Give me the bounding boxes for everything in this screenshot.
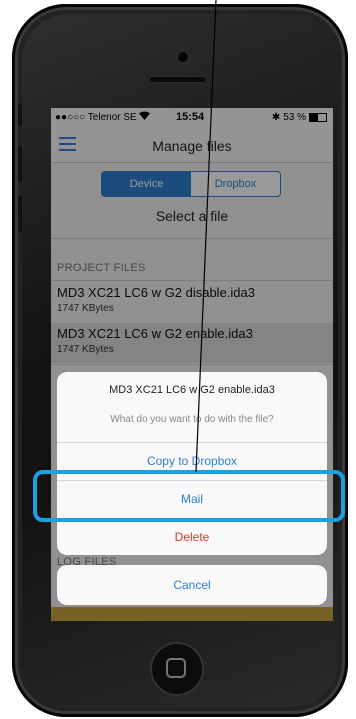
carrier-label: ●●○○○ Telenor SE bbox=[55, 112, 137, 123]
status-bar: ●●○○○ Telenor SE 15:54 ✱ 53 % bbox=[51, 108, 333, 128]
tab-device[interactable]: Device bbox=[102, 172, 191, 196]
storage-segmented-control: Device Dropbox bbox=[101, 171, 281, 197]
page-title: Manage files bbox=[152, 138, 232, 154]
battery-icon bbox=[309, 113, 327, 122]
action-sheet-title: MD3 XC21 LC6 w G2 enable.ida3 bbox=[109, 384, 275, 396]
screen: ●●○○○ Telenor SE 15:54 ✱ 53 % Manage fil… bbox=[51, 108, 333, 621]
project-files-header: PROJECT FILES bbox=[57, 262, 146, 274]
wifi-icon bbox=[139, 111, 150, 123]
footer-bar bbox=[51, 607, 333, 621]
cancel-button[interactable]: Cancel bbox=[57, 565, 327, 605]
file-size: 1747 KBytes bbox=[57, 344, 114, 355]
file-size: 1747 KBytes bbox=[57, 303, 114, 314]
copy-to-dropbox-button[interactable]: Copy to Dropbox bbox=[57, 442, 327, 479]
earpiece bbox=[149, 76, 207, 83]
select-file-label: Select a file bbox=[155, 208, 229, 224]
delete-button[interactable]: Delete bbox=[57, 518, 327, 555]
tab-dropbox[interactable]: Dropbox bbox=[191, 172, 280, 196]
volume-up-button bbox=[18, 146, 22, 182]
file-action-sheet: MD3 XC21 LC6 w G2 enable.ida3 What do yo… bbox=[57, 372, 327, 555]
file-row-disable[interactable]: MD3 XC21 LC6 w G2 disable.ida3 1747 KByt… bbox=[51, 282, 333, 322]
divider bbox=[51, 280, 333, 281]
divider bbox=[51, 238, 333, 239]
action-sheet-message: What do you want to do with the file? bbox=[110, 414, 274, 425]
clock: 15:54 bbox=[176, 111, 205, 123]
file-name: MD3 XC21 LC6 w G2 disable.ida3 bbox=[57, 285, 255, 300]
volume-down-button bbox=[18, 196, 22, 232]
side-switch bbox=[18, 104, 22, 126]
home-button-icon bbox=[166, 658, 186, 678]
bluetooth-icon: ✱ bbox=[271, 112, 281, 123]
mail-button[interactable]: Mail bbox=[57, 480, 327, 517]
battery-percent: 53 % bbox=[283, 112, 306, 123]
file-row-enable[interactable]: MD3 XC21 LC6 w G2 enable.ida3 1747 KByte… bbox=[51, 323, 333, 363]
divider bbox=[51, 364, 333, 365]
front-camera bbox=[178, 52, 188, 62]
file-name: MD3 XC21 LC6 w G2 enable.ida3 bbox=[57, 326, 253, 341]
nav-bar: Manage files bbox=[51, 128, 333, 163]
battery-status: ✱ 53 % bbox=[272, 112, 327, 123]
